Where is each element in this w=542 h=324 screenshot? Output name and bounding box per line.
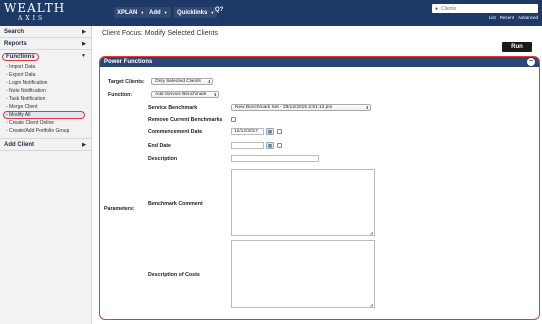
sidebar-item-merge-client[interactable]: - Merge Client bbox=[0, 103, 91, 111]
remove-benchmarks-label: Remove Current Benchmarks bbox=[148, 117, 223, 123]
chevron-right-icon: ▶ bbox=[82, 29, 86, 35]
menu-add-label: Add bbox=[149, 9, 161, 16]
end-date-label: End Date bbox=[148, 143, 171, 149]
sidebar-item-task-notification[interactable]: - Task Notification bbox=[0, 95, 91, 103]
service-benchmark-select[interactable]: New Benchmark Set - 29/12/2015 2:51:13 p… bbox=[231, 104, 371, 111]
benchmark-comment-textarea[interactable]: ◢ bbox=[231, 169, 375, 236]
resize-grip-icon[interactable]: ◢ bbox=[370, 230, 373, 235]
sidebar-item-import-data[interactable]: - Import Data bbox=[0, 63, 91, 71]
target-clients-value: Only Selected Clients bbox=[155, 79, 201, 84]
sidebar-item-login-notification[interactable]: - Login Notification bbox=[0, 79, 91, 87]
sidebar-section-label: Add Client bbox=[4, 142, 34, 148]
search-links: List Recent Advanced bbox=[489, 15, 538, 20]
chevron-right-icon: ▶ bbox=[82, 41, 86, 47]
sidebar-section-search[interactable]: Search ▶ bbox=[0, 26, 91, 38]
menu-quicklinks-label: Quicklinks bbox=[177, 9, 208, 16]
description-of-costs-label: Description of Costs bbox=[148, 272, 200, 278]
service-benchmark-label: Service Benchmark bbox=[148, 105, 198, 111]
benchmark-comment-label: Benchmark Comment bbox=[148, 201, 203, 207]
link-list[interactable]: List bbox=[489, 15, 496, 20]
function-value: Add Service Benchmark bbox=[155, 92, 207, 97]
description-label: Description bbox=[148, 156, 178, 162]
remove-benchmarks-checkbox[interactable] bbox=[231, 117, 236, 122]
top-navigation-bar: WEALTH AXIS XPLAN ▼ Add ▼ Quicklinks ▼ Q? ●… bbox=[0, 0, 542, 26]
sidebar-section-functions[interactable]: Functions ▼ bbox=[0, 50, 91, 62]
description-of-costs-textarea[interactable]: ◢ bbox=[231, 240, 375, 308]
sidebar-section-label: Search bbox=[4, 29, 25, 35]
end-date-checkbox[interactable] bbox=[277, 143, 282, 148]
sidebar-item-export-data[interactable]: - Export Data bbox=[0, 71, 91, 79]
help-search-icon[interactable]: Q? bbox=[215, 7, 223, 13]
commencement-date-checkbox[interactable] bbox=[277, 129, 282, 134]
run-button[interactable]: Run bbox=[502, 42, 532, 52]
sidebar-item-create-portfolio-group[interactable]: - Create/Add Portfolio Group bbox=[0, 127, 91, 135]
menu-quicklinks[interactable]: Quicklinks ▼ bbox=[174, 7, 218, 18]
chevron-right-icon: ▶ bbox=[82, 142, 86, 148]
collapse-icon[interactable]: − bbox=[527, 58, 535, 66]
target-clients-select[interactable]: Only Selected Clients ⬍ bbox=[151, 78, 213, 85]
chevron-down-icon: ▼ bbox=[163, 10, 168, 15]
functions-submenu: - Import Data - Export Data - Login Noti… bbox=[0, 62, 91, 139]
person-icon: ● bbox=[435, 5, 439, 12]
sidebar: Search ▶ Reports ▶ Functions ▼ - Import … bbox=[0, 26, 92, 324]
power-functions-panel: Power Functions − Target Clients: Only S… bbox=[99, 56, 540, 320]
client-search-box[interactable]: ● bbox=[432, 4, 538, 13]
commencement-date-label: Commencement Date bbox=[148, 129, 203, 135]
logo-text-line1: WEALTH bbox=[4, 1, 66, 15]
calendar-icon[interactable]: ▦ bbox=[266, 128, 274, 135]
description-input[interactable] bbox=[231, 155, 319, 162]
chevron-down-icon: ▼ bbox=[210, 10, 215, 15]
sidebar-section-reports[interactable]: Reports ▶ bbox=[0, 38, 91, 50]
calendar-icon[interactable]: ▦ bbox=[266, 142, 274, 149]
wealth-axis-logo[interactable]: WEALTH AXIS bbox=[4, 2, 64, 24]
end-date-input[interactable] bbox=[231, 142, 264, 149]
service-benchmark-value: New Benchmark Set - 29/12/2015 2:51:13 p… bbox=[235, 105, 333, 110]
commencement-date-input[interactable]: 12/12/2017 bbox=[231, 128, 264, 135]
select-arrows-icon: ⬍ bbox=[213, 92, 217, 97]
sidebar-section-label: Reports bbox=[4, 41, 27, 47]
select-arrows-icon: ⬍ bbox=[207, 79, 211, 84]
sidebar-section-add-client[interactable]: Add Client ▶ bbox=[0, 139, 91, 151]
parameters-label: Parameters: bbox=[104, 206, 135, 212]
link-advanced[interactable]: Advanced bbox=[518, 15, 538, 20]
logo-text-line2: AXIS bbox=[18, 15, 46, 22]
menu-xplan[interactable]: XPLAN ▼ bbox=[114, 7, 148, 18]
panel-title: Power Functions bbox=[104, 59, 153, 65]
resize-grip-icon[interactable]: ◢ bbox=[370, 302, 373, 307]
select-arrows-icon: ⬍ bbox=[365, 105, 369, 110]
chevron-down-icon: ▼ bbox=[140, 10, 145, 15]
sidebar-item-modify-all[interactable]: - Modify All bbox=[3, 111, 85, 119]
menu-add[interactable]: Add ▼ bbox=[146, 7, 171, 18]
function-select[interactable]: Add Service Benchmark ⬍ bbox=[151, 91, 219, 98]
function-label: Function: bbox=[108, 92, 133, 98]
menu-xplan-label: XPLAN bbox=[117, 9, 138, 16]
panel-header: Power Functions − bbox=[100, 57, 539, 67]
sidebar-section-label: Functions bbox=[2, 53, 39, 61]
sidebar-item-create-client-online[interactable]: - Create Client Online bbox=[0, 119, 91, 127]
link-recent[interactable]: Recent bbox=[500, 15, 514, 20]
chevron-down-icon: ▼ bbox=[81, 53, 86, 59]
page-title: Client Focus: Modify Selected Clients bbox=[102, 30, 218, 37]
client-search-input[interactable] bbox=[441, 5, 522, 12]
sidebar-item-note-notification[interactable]: - Note Notification bbox=[0, 87, 91, 95]
main-content: Client Focus: Modify Selected Clients Ru… bbox=[94, 26, 542, 324]
target-clients-label: Target Clients: bbox=[108, 79, 145, 85]
